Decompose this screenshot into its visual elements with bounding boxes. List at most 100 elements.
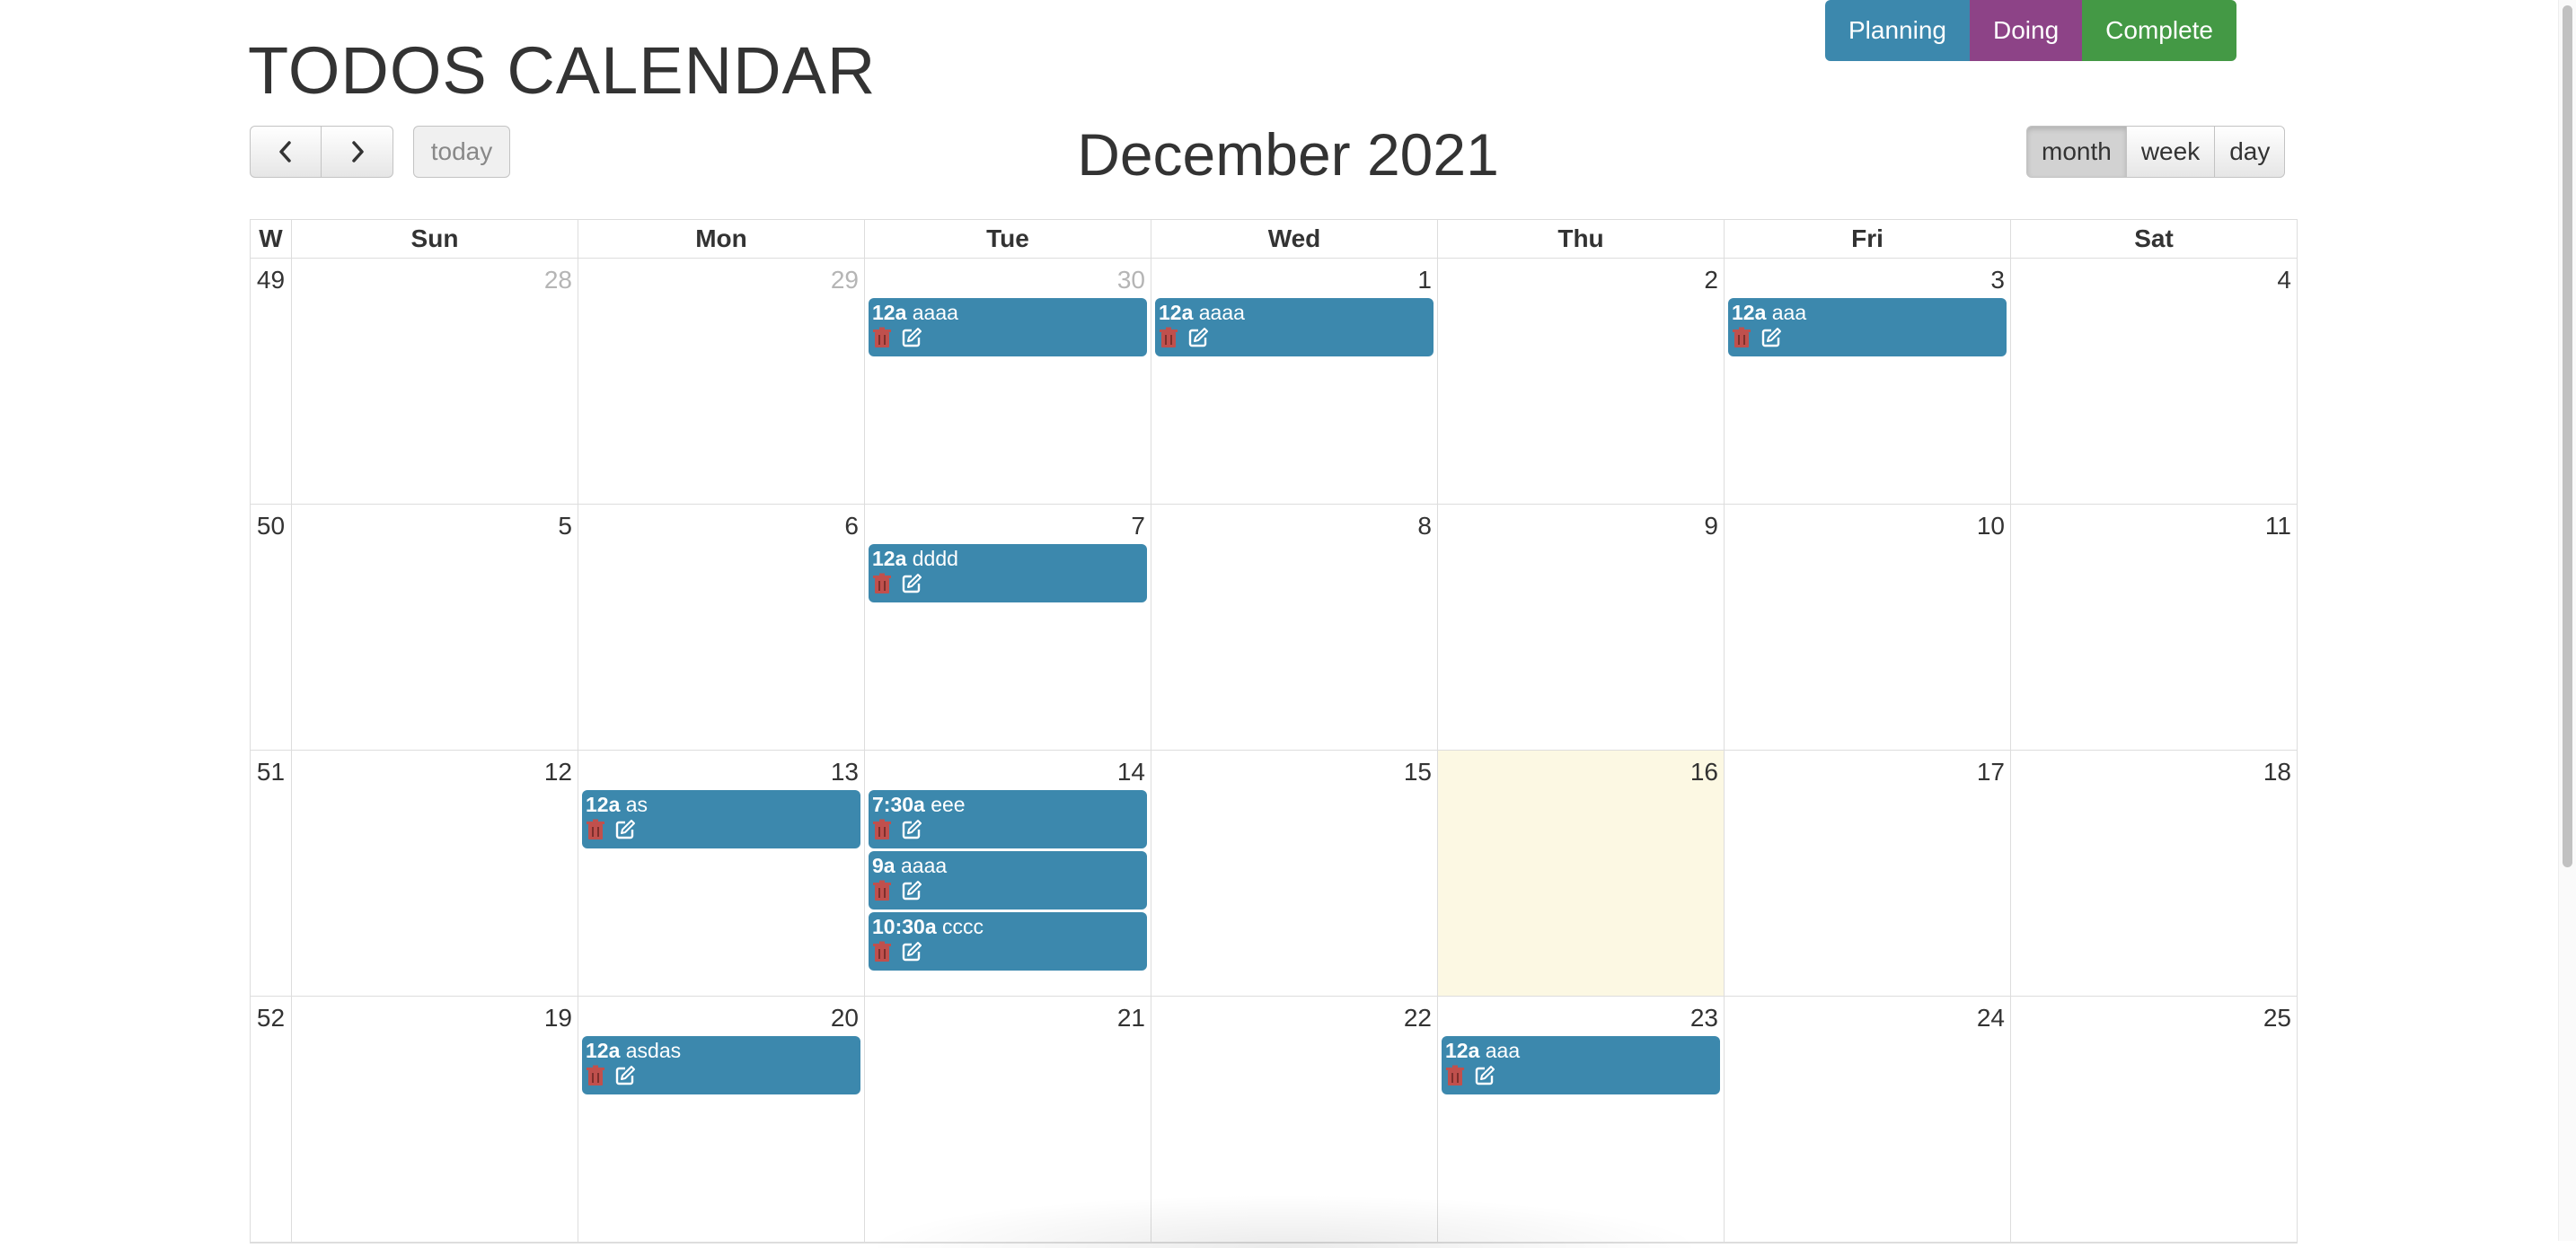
day-cell[interactable]: 23 12a aaa [1438, 997, 1725, 1242]
edit-icon[interactable] [1760, 327, 1781, 348]
edit-icon[interactable] [901, 941, 922, 962]
day-number[interactable]: 7 [865, 505, 1151, 541]
trash-icon[interactable] [872, 819, 892, 840]
event-time: 12a [586, 1039, 621, 1062]
day-cell[interactable]: 3 12a aaa [1725, 259, 2011, 504]
day-number[interactable]: 11 [2011, 505, 2297, 541]
day-cell[interactable]: 21 [865, 997, 1151, 1242]
calendar-event[interactable]: 7:30a eee [869, 790, 1147, 848]
day-number[interactable]: 5 [292, 505, 578, 541]
day-number[interactable]: 6 [578, 505, 864, 541]
day-number[interactable]: 8 [1151, 505, 1437, 541]
view-week-button[interactable]: week [2126, 126, 2216, 178]
calendar-event[interactable]: 12a aaaa [1155, 298, 1434, 356]
calendar-event[interactable]: 12a dddd [869, 544, 1147, 602]
day-cell[interactable]: 19 [292, 997, 578, 1242]
day-number[interactable]: 1 [1151, 259, 1437, 294]
trash-icon[interactable] [1732, 327, 1751, 348]
day-events: 12a dddd [865, 541, 1151, 602]
calendar-event[interactable]: 12a aaa [1442, 1036, 1720, 1094]
day-number[interactable]: 15 [1151, 751, 1437, 787]
day-number[interactable]: 12 [292, 751, 578, 787]
day-number[interactable]: 28 [292, 259, 578, 294]
day-number[interactable]: 21 [865, 997, 1151, 1033]
day-number[interactable]: 16 [1438, 751, 1724, 787]
day-number[interactable]: 22 [1151, 997, 1437, 1033]
day-number[interactable]: 29 [578, 259, 864, 294]
day-number[interactable]: 4 [2011, 259, 2297, 294]
page-scrollbar[interactable] [2558, 0, 2576, 1241]
day-cell[interactable]: 13 12a as [578, 751, 865, 996]
edit-icon[interactable] [901, 573, 922, 594]
scrollbar-thumb[interactable] [2563, 5, 2572, 867]
day-cell[interactable]: 25 [2011, 997, 2297, 1242]
calendar-event[interactable]: 12a aaaa [869, 298, 1147, 356]
trash-icon[interactable] [872, 573, 892, 594]
legend-planning[interactable]: Planning [1825, 0, 1970, 61]
trash-icon[interactable] [586, 1065, 605, 1086]
day-number[interactable]: 13 [578, 751, 864, 787]
trash-icon[interactable] [872, 880, 892, 901]
day-cell[interactable]: 12 [292, 751, 578, 996]
day-cell[interactable]: 17 [1725, 751, 2011, 996]
day-cell[interactable]: 24 [1725, 997, 2011, 1242]
day-cell[interactable]: 18 [2011, 751, 2297, 996]
edit-icon[interactable] [1474, 1065, 1495, 1086]
day-number[interactable]: 24 [1725, 997, 2010, 1033]
day-cell[interactable]: 1 12a aaaa [1151, 259, 1438, 504]
day-cell[interactable]: 14 7:30a eee 9a aaaa 10:30a cccc [865, 751, 1151, 996]
trash-icon[interactable] [872, 941, 892, 962]
day-cell[interactable]: 9 [1438, 505, 1725, 750]
calendar-event[interactable]: 12a as [582, 790, 860, 848]
trash-icon[interactable] [1445, 1065, 1465, 1086]
day-number[interactable]: 20 [578, 997, 864, 1033]
edit-icon[interactable] [1187, 327, 1208, 348]
day-cell[interactable]: 7 12a dddd [865, 505, 1151, 750]
day-events [292, 294, 578, 298]
edit-icon[interactable] [614, 1065, 635, 1086]
trash-icon[interactable] [872, 327, 892, 348]
day-number[interactable]: 17 [1725, 751, 2010, 787]
day-cell[interactable]: 4 [2011, 259, 2297, 504]
view-day-button[interactable]: day [2215, 126, 2286, 178]
day-number[interactable]: 3 [1725, 259, 2010, 294]
view-month-button[interactable]: month [2026, 126, 2127, 178]
day-number[interactable]: 10 [1725, 505, 2010, 541]
day-cell[interactable]: 22 [1151, 997, 1438, 1242]
day-cell[interactable]: 29 [578, 259, 865, 504]
day-header: Wed [1151, 220, 1438, 258]
trash-icon[interactable] [1159, 327, 1178, 348]
day-cell[interactable]: 6 [578, 505, 865, 750]
calendar-event[interactable]: 12a aaa [1728, 298, 2007, 356]
day-cell[interactable]: 28 [292, 259, 578, 504]
legend-complete[interactable]: Complete [2082, 0, 2236, 61]
day-number[interactable]: 25 [2011, 997, 2297, 1033]
day-cell-today[interactable]: 16 [1438, 751, 1725, 996]
day-cell[interactable]: 11 [2011, 505, 2297, 750]
day-cell[interactable]: 20 12a asdas [578, 997, 865, 1242]
calendar-event[interactable]: 10:30a cccc [869, 912, 1147, 971]
legend-doing[interactable]: Doing [1969, 0, 2083, 61]
edit-icon[interactable] [901, 819, 922, 840]
day-cell[interactable]: 2 [1438, 259, 1725, 504]
day-cell[interactable]: 30 12a aaaa [865, 259, 1151, 504]
edit-icon[interactable] [614, 819, 635, 840]
event-time: 12a [1445, 1039, 1480, 1062]
edit-icon[interactable] [901, 327, 922, 348]
day-number[interactable]: 19 [292, 997, 578, 1033]
trash-icon[interactable] [586, 819, 605, 840]
event-label: 12a aaa [1732, 300, 2003, 325]
edit-icon[interactable] [901, 880, 922, 901]
calendar-event[interactable]: 9a aaaa [869, 851, 1147, 910]
day-number[interactable]: 30 [865, 259, 1151, 294]
day-number[interactable]: 18 [2011, 751, 2297, 787]
day-cell[interactable]: 8 [1151, 505, 1438, 750]
day-cell[interactable]: 15 [1151, 751, 1438, 996]
day-cell[interactable]: 10 [1725, 505, 2011, 750]
day-number[interactable]: 14 [865, 751, 1151, 787]
day-number[interactable]: 23 [1438, 997, 1724, 1033]
day-cell[interactable]: 5 [292, 505, 578, 750]
day-number[interactable]: 2 [1438, 259, 1724, 294]
day-number[interactable]: 9 [1438, 505, 1724, 541]
calendar-event[interactable]: 12a asdas [582, 1036, 860, 1094]
